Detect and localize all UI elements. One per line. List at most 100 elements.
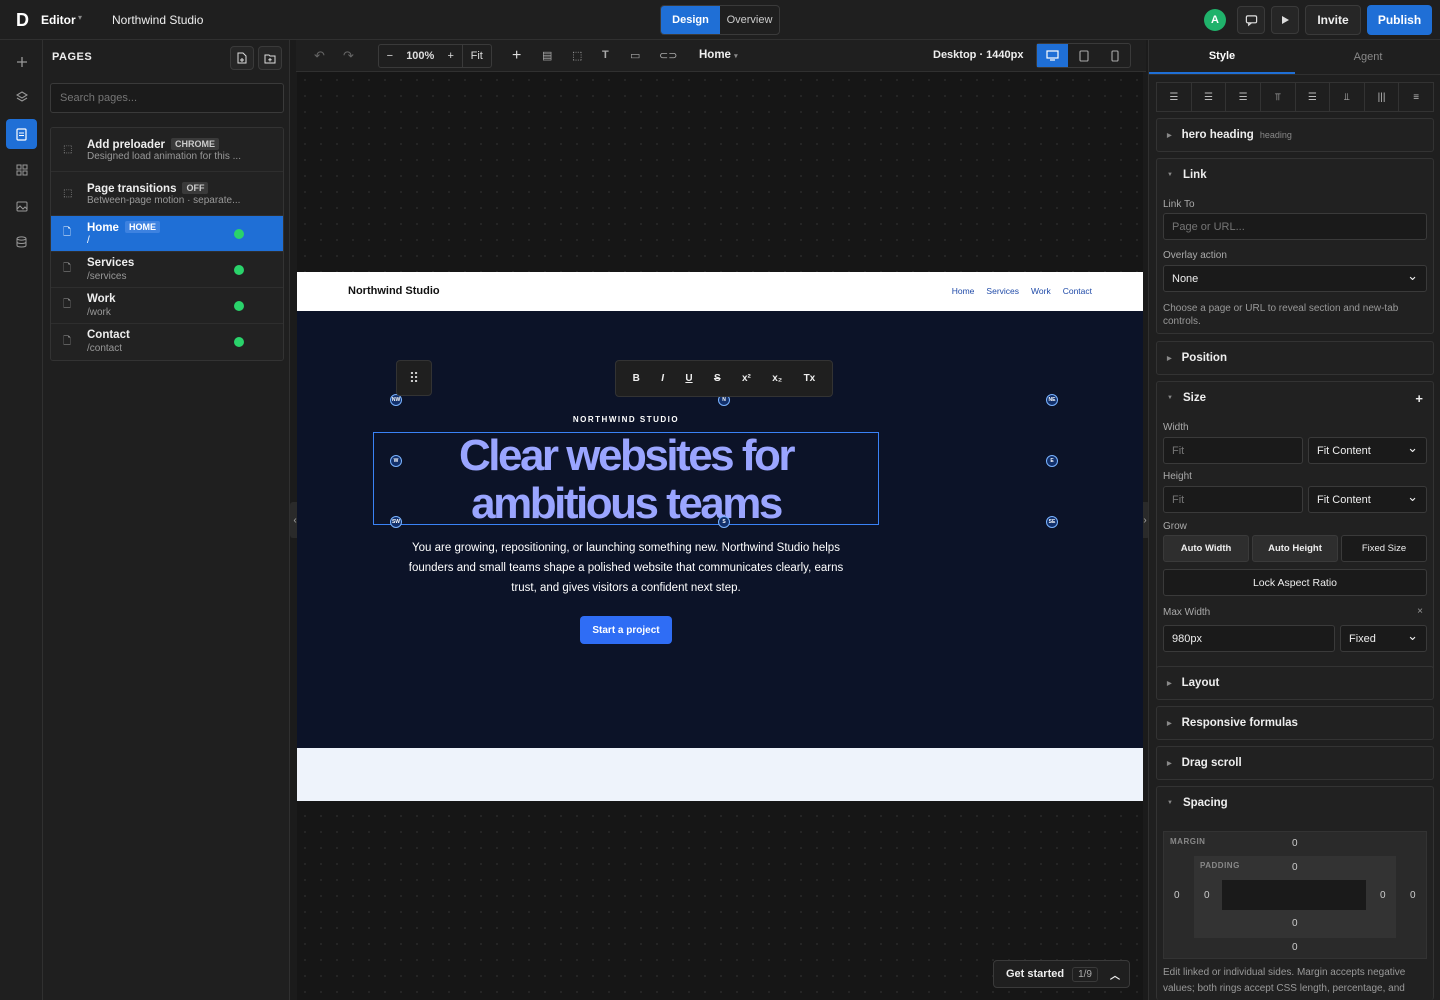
margin-bottom-value[interactable]: 0 [1292, 942, 1298, 953]
align-bottom-icon[interactable]: ⫫ [1330, 83, 1365, 111]
resize-handle-w[interactable]: W [390, 455, 402, 467]
spacing-header[interactable]: ▼ Spacing [1157, 787, 1433, 819]
project-name[interactable]: Northwind Studio [112, 13, 203, 27]
app-logo[interactable]: D [16, 11, 34, 29]
link-to-input[interactable] [1163, 213, 1427, 240]
superscript-button[interactable]: x² [742, 373, 751, 384]
strikethrough-button[interactable]: S [714, 373, 721, 384]
tab-overview[interactable]: Overview [720, 6, 779, 34]
zoom-level[interactable]: 100% [401, 45, 440, 67]
drag-scroll-section[interactable]: ▶ Drag scroll [1156, 746, 1434, 780]
list-item[interactable]: 🗋 Work /work [51, 288, 283, 324]
nav-link-services[interactable]: Services [986, 286, 1019, 296]
width-mode-select[interactable]: Fit Content [1308, 437, 1427, 464]
tab-style[interactable]: Style [1149, 40, 1295, 74]
element-header[interactable]: ▶ hero heading heading [1156, 118, 1434, 152]
insert-icon[interactable]: + [512, 47, 521, 65]
list-item[interactable]: ⬚ Add preloader CHROME Designed load anim… [51, 128, 283, 172]
drag-handle-icon[interactable]: ⠿ [396, 360, 432, 396]
align-left-icon[interactable]: ☰ [1157, 83, 1192, 111]
nav-link-contact[interactable]: Contact [1063, 286, 1092, 296]
tablet-icon[interactable] [1068, 44, 1099, 67]
list-item[interactable]: 🗋 Services /services [51, 252, 283, 288]
list-item[interactable]: 🗋 Contact /contact [51, 324, 283, 360]
layers-icon[interactable] [6, 82, 37, 112]
bold-button[interactable]: B [633, 373, 640, 384]
subscript-button[interactable]: x₂ [772, 373, 782, 384]
add-icon[interactable] [6, 47, 37, 77]
section-icon[interactable]: ▤ [542, 49, 552, 62]
resize-handle-e[interactable]: E [1046, 455, 1058, 467]
align-center-h-icon[interactable]: ☰ [1192, 83, 1227, 111]
pages-icon[interactable] [6, 119, 37, 149]
padding-right-value[interactable]: 0 [1380, 890, 1386, 901]
next-section[interactable] [297, 748, 1143, 801]
link-header[interactable]: ▼ Link [1157, 159, 1433, 191]
fit-button[interactable]: Fit [461, 45, 491, 67]
width-input[interactable] [1163, 437, 1303, 464]
height-mode-select[interactable]: Fit Content [1308, 486, 1427, 513]
clear-format-button[interactable]: Tx [804, 373, 816, 384]
max-width-input[interactable]: 980px [1163, 625, 1335, 652]
start-project-button[interactable]: Start a project [580, 616, 672, 644]
image-icon[interactable]: ▭ [630, 49, 640, 62]
distribute-h-icon[interactable]: ||| [1365, 83, 1400, 111]
margin-left-value[interactable]: 0 [1174, 890, 1180, 901]
editor-menu[interactable]: Editor [41, 13, 76, 27]
hero-paragraph[interactable]: You are growing, repositioning, or launc… [375, 538, 877, 598]
overlay-action-select[interactable]: None [1163, 265, 1427, 292]
get-started-widget[interactable]: Get started 1/9 ︿ [993, 960, 1130, 988]
padding-top-value[interactable]: 0 [1292, 862, 1298, 873]
avatar[interactable]: A [1204, 9, 1226, 31]
grow-fixed-size[interactable]: Fixed Size [1341, 535, 1427, 562]
components-icon[interactable] [6, 155, 37, 185]
invite-button[interactable]: Invite [1305, 5, 1361, 35]
grow-auto-width[interactable]: Auto Width [1163, 535, 1249, 562]
add-icon[interactable]: + [1415, 391, 1423, 406]
text-icon[interactable]: T [602, 49, 609, 61]
mobile-icon[interactable] [1099, 44, 1130, 67]
align-right-icon[interactable]: ☰ [1226, 83, 1261, 111]
page-select[interactable]: Home ▾ [699, 49, 738, 61]
list-item[interactable]: 🗋 Home HOME / [51, 216, 283, 252]
redo-icon[interactable]: ↷ [343, 48, 354, 64]
resize-handle-ne[interactable]: NE [1046, 394, 1058, 406]
max-width-mode-select[interactable]: Fixed [1340, 625, 1427, 652]
frame-icon[interactable]: ⬚ [572, 49, 582, 62]
list-item[interactable]: ⬚ Page transitions OFF Between-page motio… [51, 172, 283, 216]
padding-left-value[interactable]: 0 [1204, 890, 1210, 901]
resize-handle-se[interactable]: SE [1046, 516, 1058, 528]
nav-link-home[interactable]: Home [952, 286, 975, 296]
padding-bottom-value[interactable]: 0 [1292, 918, 1298, 929]
layout-section[interactable]: ▶ Layout [1156, 666, 1434, 700]
nav-link-work[interactable]: Work [1031, 286, 1051, 296]
hero-eyebrow[interactable]: NORTHWIND STUDIO [297, 415, 955, 424]
margin-right-value[interactable]: 0 [1410, 890, 1416, 901]
comment-icon[interactable] [1237, 6, 1265, 34]
resize-handle-sw[interactable]: SW [390, 516, 402, 528]
chevron-up-icon[interactable]: ︿ [1110, 967, 1120, 982]
undo-icon[interactable]: ↶ [314, 48, 325, 64]
zoom-in-button[interactable]: + [440, 45, 462, 67]
position-section[interactable]: ▶ Position [1156, 341, 1434, 375]
add-page-icon[interactable] [230, 46, 254, 70]
site-brand[interactable]: Northwind Studio [348, 285, 440, 297]
responsive-formulas-section[interactable]: ▶ Responsive formulas [1156, 706, 1434, 740]
publish-button[interactable]: Publish [1367, 5, 1432, 35]
zoom-out-button[interactable]: − [379, 45, 401, 67]
search-input[interactable] [50, 83, 284, 113]
tab-agent[interactable]: Agent [1295, 40, 1440, 74]
image-icon[interactable] [6, 191, 37, 221]
underline-button[interactable]: U [685, 373, 692, 384]
desktop-icon[interactable] [1037, 44, 1068, 67]
align-top-icon[interactable]: ⫪ [1261, 83, 1296, 111]
size-header[interactable]: ▼ Size + [1157, 382, 1433, 414]
italic-button[interactable]: I [661, 373, 664, 384]
close-icon[interactable]: × [1417, 606, 1423, 617]
resize-handle-s[interactable]: S [718, 516, 730, 528]
link-icon[interactable]: ⊂⊃ [659, 49, 677, 62]
tab-design[interactable]: Design [661, 6, 720, 34]
height-input[interactable] [1163, 486, 1303, 513]
lock-aspect-button[interactable]: Lock Aspect Ratio [1163, 569, 1427, 596]
database-icon[interactable] [6, 227, 37, 257]
